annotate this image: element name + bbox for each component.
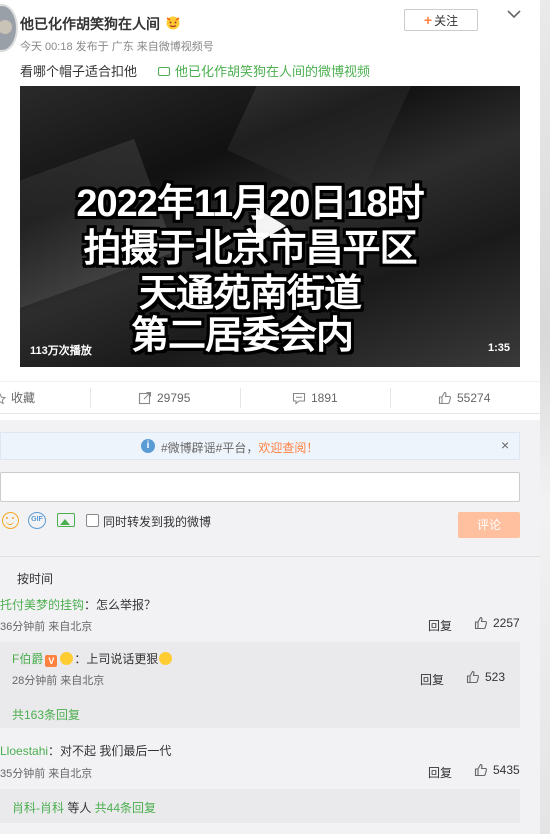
- comment-like-button[interactable]: 2257: [474, 616, 520, 630]
- reply-like-count: 523: [485, 670, 506, 684]
- video-link[interactable]: 他已化作胡笑狗在人间的微博视频: [158, 61, 370, 80]
- chevron-down-icon[interactable]: [504, 6, 524, 22]
- reply-button[interactable]: 回复: [428, 617, 452, 634]
- reply-box: F伯爵 V ：上司说话更狠 28分钟前 来自北京 回复 523 共163条回复: [0, 642, 520, 728]
- comment-text: ：怎么举报？: [84, 598, 157, 612]
- comment-section: i #微博辟谣#平台，欢迎查阅！ × GIF 同时转发到我的微博 评论 按时间 …: [0, 420, 540, 834]
- submit-comment-button[interactable]: 评论: [458, 512, 520, 538]
- comment-button[interactable]: 1891: [292, 382, 338, 414]
- reply-text: ：上司说话更狠: [74, 652, 159, 666]
- reply-button[interactable]: 回复: [420, 671, 444, 688]
- emoji-icon: [60, 652, 74, 665]
- comment-icon: [292, 392, 306, 405]
- notice-prefix: #微博辟谣#平台，: [161, 441, 259, 455]
- video-player[interactable]: 2022年11月20日18时 拍摄于北京市昌平区 天通苑南街道 第二居委会内 1…: [20, 86, 520, 367]
- thumbs-up-icon: [438, 391, 452, 405]
- play-count: 113万次播放: [30, 345, 92, 357]
- video-camera-icon: [158, 67, 170, 76]
- post-username[interactable]: 他已化作胡笑狗在人间: [20, 14, 160, 34]
- action-bar: 收藏 29795 1891 55274: [0, 381, 540, 414]
- divider: [90, 388, 91, 408]
- reply-item: F伯爵 V ：上司说话更狠: [12, 650, 173, 667]
- divider: [0, 413, 540, 414]
- plus-icon: +: [423, 12, 433, 28]
- play-icon[interactable]: [256, 208, 286, 244]
- gif-icon[interactable]: GIF: [28, 512, 46, 529]
- video-link-label: 他已化作胡笑狗在人间的微博视频: [175, 64, 371, 79]
- vip-emoji-icon: [164, 14, 182, 30]
- emoji-icon[interactable]: [2, 512, 19, 529]
- divider: [240, 388, 241, 408]
- close-icon[interactable]: ×: [501, 437, 509, 453]
- comment-item: 托付美梦的挂钩：怎么举报？: [0, 596, 156, 613]
- more-replies-link[interactable]: 共163条回复: [12, 706, 80, 723]
- comment-input[interactable]: [0, 472, 520, 502]
- comment-like-button[interactable]: 5435: [474, 763, 520, 777]
- image-icon[interactable]: [57, 513, 75, 527]
- comment-meta: 35分钟前 来自北京: [0, 768, 93, 780]
- post-meta: 今天 00:18 发布于 广东 来自微博视频号: [20, 41, 214, 53]
- comment-username[interactable]: 托付美梦的挂钩: [0, 598, 84, 612]
- rumor-notice-bar: i #微博辟谣#平台，欢迎查阅！ ×: [0, 432, 520, 460]
- repost-button[interactable]: 29795: [138, 382, 190, 414]
- repost-icon: [138, 391, 152, 405]
- thumbs-up-icon: [474, 616, 488, 630]
- comment-text: ：对不起 我们最后一代: [48, 744, 172, 758]
- user-avatar[interactable]: [0, 4, 18, 52]
- weibo-post-card: 他已化作胡笑狗在人间 今天 00:18 发布于 广东 来自微博视频号 + 关注 看…: [0, 0, 540, 834]
- thumbs-up-icon: [466, 670, 480, 684]
- reply-button[interactable]: 回复: [428, 764, 452, 781]
- more-replies-link[interactable]: 肖科-肖科 等人 共44条回复: [12, 799, 156, 816]
- comment-count: 1891: [311, 391, 338, 405]
- favorite-label: 收藏: [11, 391, 36, 405]
- post-text: 看哪个帽子适合扣他: [20, 64, 138, 79]
- sync-repost-label: 同时转发到我的微博: [103, 515, 212, 529]
- comment-username[interactable]: Lloestahi: [0, 744, 48, 758]
- comment-item: Lloestahi：对不起 我们最后一代: [0, 742, 171, 759]
- repost-count: 29795: [157, 391, 191, 405]
- info-icon: i: [141, 439, 155, 453]
- sync-repost-checkbox[interactable]: [86, 514, 99, 527]
- notice-text: #微博辟谣#平台，欢迎查阅！: [161, 439, 318, 456]
- reply-like-button[interactable]: 523: [466, 670, 505, 684]
- background-edge: [540, 0, 550, 834]
- follow-button[interactable]: + 关注: [404, 9, 478, 31]
- like-button[interactable]: 55274: [438, 382, 490, 414]
- favorite-button[interactable]: 收藏: [0, 382, 35, 414]
- vip-badge-icon: V: [45, 655, 58, 667]
- divider: [390, 388, 391, 408]
- star-icon: [0, 392, 7, 405]
- divider: [0, 556, 540, 557]
- comment-like-count: 2257: [493, 616, 520, 630]
- reply-count[interactable]: 共44条回复: [95, 801, 156, 815]
- follow-label: 关注: [434, 14, 459, 28]
- comment-like-count: 5435: [493, 763, 520, 777]
- reply-meta: 28分钟前 来自北京: [12, 675, 105, 687]
- reply-users[interactable]: 肖科-肖科: [12, 801, 64, 815]
- like-count: 55274: [457, 391, 491, 405]
- thumbs-up-icon: [474, 763, 488, 777]
- reply-box: 肖科-肖科 等人 共44条回复: [0, 789, 520, 823]
- reply-others: 等人: [64, 801, 95, 815]
- laugh-emoji-icon: [159, 652, 173, 665]
- notice-link[interactable]: 欢迎查阅！: [258, 441, 318, 455]
- sort-by-time[interactable]: 按时间: [17, 570, 53, 587]
- video-duration: 1:35: [487, 342, 510, 354]
- reply-username[interactable]: F伯爵: [12, 652, 43, 666]
- comment-meta: 36分钟前 来自北京: [0, 621, 93, 633]
